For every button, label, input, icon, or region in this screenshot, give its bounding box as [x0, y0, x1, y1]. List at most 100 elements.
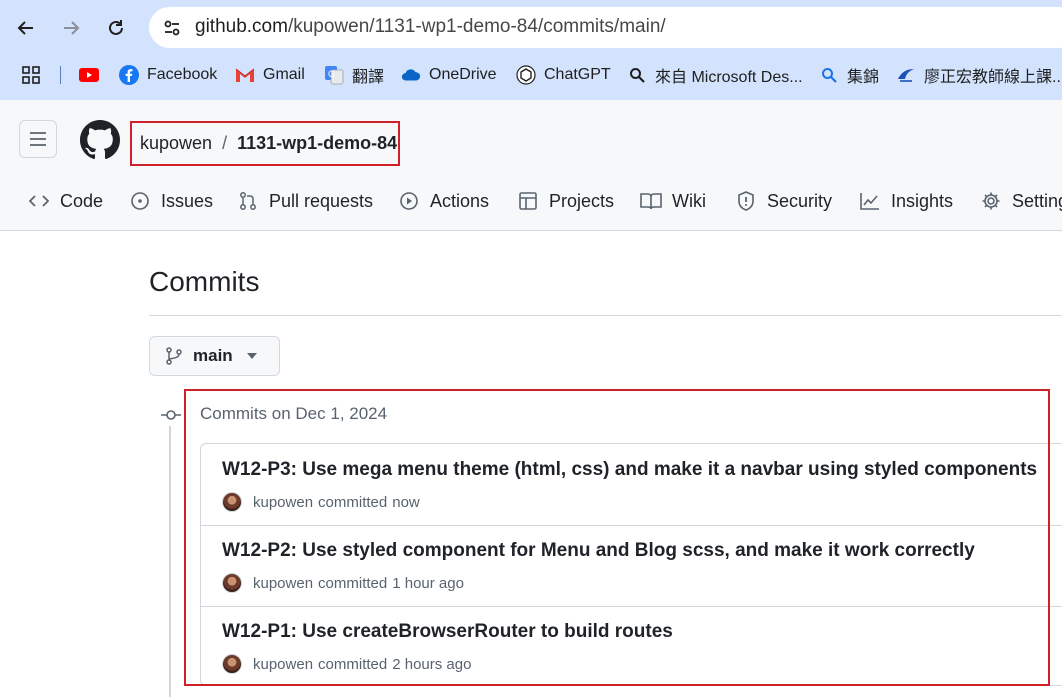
gmail-icon: [235, 65, 255, 85]
onedrive-icon: [401, 65, 421, 85]
issue-icon: [129, 190, 151, 212]
url-path: /kupowen/1131-wp1-demo-84/commits/main/: [287, 16, 666, 37]
tab-issues[interactable]: Issues: [129, 185, 213, 217]
page-title: Commits: [149, 266, 260, 297]
bookmark-youtube[interactable]: [79, 60, 107, 90]
commit-meta: kupowen committed 2 hours ago: [222, 654, 471, 674]
tab-label: Issues: [161, 190, 214, 211]
commit-meta: kupowen committed 1 hour ago: [222, 573, 464, 593]
commit-list: W12-P3: Use mega menu theme (html, css) …: [200, 443, 1062, 686]
repo-header: kupowen / 1131-wp1-demo-84 Code Issues P…: [0, 100, 1062, 231]
tab-actions[interactable]: Actions: [398, 185, 489, 217]
tab-label: Projects: [549, 190, 615, 211]
tab-label: Wiki: [672, 190, 706, 211]
browser-chrome: github.com/kupowen/1131-wp1-demo-84/comm…: [0, 0, 1062, 100]
search-icon: [627, 65, 647, 85]
bookmark-chatgpt[interactable]: ChatGPT: [516, 60, 611, 90]
arrow-right-icon: [64, 21, 80, 35]
repo-link[interactable]: 1131-wp1-demo-84: [237, 133, 397, 154]
back-button[interactable]: [8, 10, 44, 46]
avatar[interactable]: [222, 573, 242, 593]
bookmark-gmail[interactable]: Gmail: [235, 60, 305, 90]
site-icon: [896, 65, 916, 85]
owner-link[interactable]: kupowen: [140, 133, 212, 154]
svg-text:G: G: [328, 69, 335, 79]
tab-code[interactable]: Code: [28, 185, 103, 217]
reload-icon: [109, 20, 123, 35]
commit-time: now: [392, 493, 420, 511]
play-icon: [398, 190, 420, 212]
tab-projects[interactable]: Projects: [517, 185, 614, 217]
tab-label: Code: [60, 190, 104, 211]
commit-row: W12-P2: Use styled component for Menu an…: [201, 525, 1062, 607]
bookmark-divider: [60, 66, 61, 84]
repo-nav: Code Issues Pull requests Actions Projec…: [0, 185, 1062, 219]
commit-time: 2 hours ago: [392, 655, 472, 673]
bookmark-facebook[interactable]: Facebook: [119, 60, 217, 90]
tab-wiki[interactable]: Wiki: [640, 185, 706, 217]
bookmark-collections[interactable]: 集錦: [819, 60, 879, 90]
breadcrumb-separator: /: [222, 133, 228, 153]
commit-time: 1 hour ago: [392, 574, 464, 592]
gear-icon: [980, 190, 1002, 212]
book-icon: [640, 190, 662, 212]
tab-insights[interactable]: Insights: [859, 185, 953, 217]
tab-label: Actions: [430, 190, 490, 211]
bookmark-label: OneDrive: [429, 66, 497, 83]
commit-group-heading: Commits on Dec 1, 2024: [200, 404, 388, 423]
apps-grid-icon: [21, 65, 41, 85]
commit-author-link[interactable]: kupowen: [253, 656, 313, 673]
tab-label: Pull requests: [269, 190, 374, 211]
github-logo-icon[interactable]: [80, 120, 120, 160]
bookmark-label: Gmail: [263, 66, 305, 83]
bookmark-label: 集錦: [847, 69, 880, 86]
avatar[interactable]: [222, 492, 242, 512]
chatgpt-icon: [516, 65, 536, 85]
arrow-left-icon: [17, 21, 33, 35]
tab-settings[interactable]: Setting: [980, 185, 1062, 217]
table-icon: [517, 190, 539, 212]
address-bar[interactable]: github.com/kupowen/1131-wp1-demo-84/comm…: [149, 7, 1062, 48]
divider: [149, 315, 1062, 316]
bookmark-translate[interactable]: G 翻譯: [324, 60, 384, 90]
commit-title-link[interactable]: W12-P1: Use createBrowserRouter to build…: [222, 621, 673, 643]
tab-label: Insights: [891, 190, 954, 211]
commit-action: committed: [318, 574, 388, 592]
commit-action: committed: [318, 655, 388, 673]
breadcrumb: kupowen / 1131-wp1-demo-84: [130, 121, 400, 166]
bookmark-label: 翻譯: [352, 69, 385, 86]
timeline-line: [169, 426, 171, 697]
bookmark-onedrive[interactable]: OneDrive: [401, 60, 497, 90]
bookmark-teacher-course[interactable]: 廖正宏教師線上課...: [896, 60, 1062, 90]
commit-author-link[interactable]: kupowen: [253, 494, 313, 511]
bookmark-label: 廖正宏教師線上課...: [924, 69, 1062, 86]
branch-selector-button[interactable]: main: [149, 336, 280, 376]
commit-author-link[interactable]: kupowen: [253, 575, 313, 592]
bookmark-microsoft-designer[interactable]: 來自 Microsoft Des...: [627, 60, 803, 90]
site-settings-icon[interactable]: [159, 15, 185, 41]
facebook-icon: [119, 65, 139, 85]
avatar[interactable]: [222, 654, 242, 674]
tab-pull-requests[interactable]: Pull requests: [237, 185, 373, 217]
commit-action: committed: [318, 493, 388, 511]
code-icon: [28, 190, 50, 212]
commit-title-link[interactable]: W12-P3: Use mega menu theme (html, css) …: [222, 459, 1037, 481]
url-text: github.com/kupowen/1131-wp1-demo-84/comm…: [195, 16, 666, 38]
forward-button[interactable]: [53, 10, 89, 46]
hamburger-icon: [30, 132, 46, 146]
commit-row: W12-P3: Use mega menu theme (html, css) …: [201, 444, 1062, 526]
tab-label: Setting: [1012, 190, 1062, 211]
global-menu-button[interactable]: [19, 120, 57, 158]
graph-icon: [859, 190, 881, 212]
youtube-icon: [79, 65, 99, 85]
reload-button[interactable]: [98, 10, 134, 46]
bookmark-apps[interactable]: [21, 60, 49, 90]
url-host: github.com: [195, 16, 288, 37]
commit-meta: kupowen committed now: [222, 492, 420, 512]
shield-icon: [735, 190, 757, 212]
search-icon: [819, 65, 839, 85]
commit-title-link[interactable]: W12-P2: Use styled component for Menu an…: [222, 540, 975, 562]
google-translate-icon: G: [324, 65, 344, 85]
tab-security[interactable]: Security: [735, 185, 832, 217]
git-branch-icon: [165, 347, 183, 365]
